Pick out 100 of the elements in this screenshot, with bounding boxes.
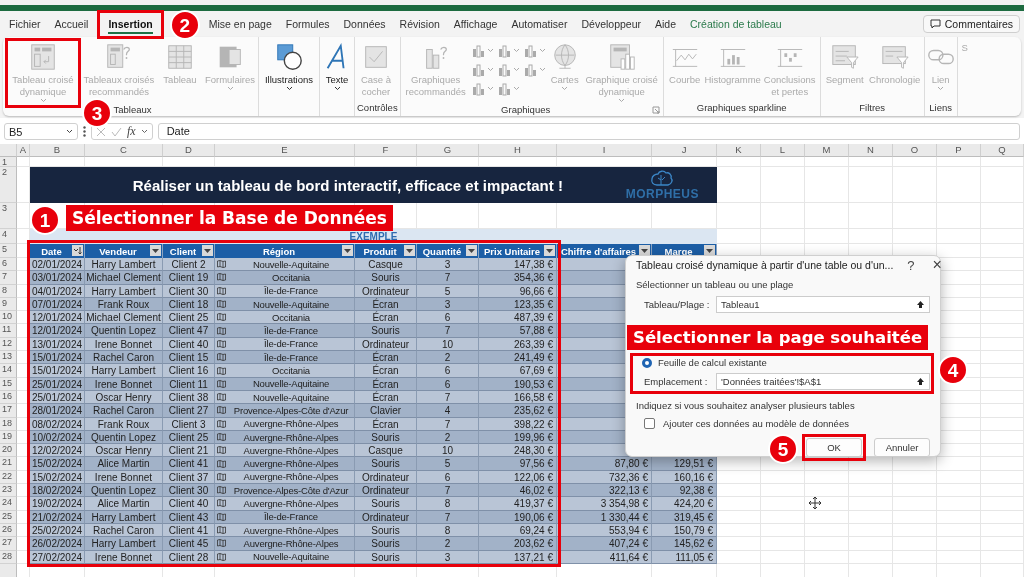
sheet-cell[interactable]	[849, 523, 893, 538]
row-header[interactable]: 4	[0, 229, 17, 244]
column-header[interactable]: P	[937, 144, 981, 157]
row-header[interactable]: 20	[0, 444, 17, 458]
sheet-cell[interactable]	[937, 510, 981, 524]
sheet-cell[interactable]	[849, 550, 893, 564]
sheet-cell[interactable]	[717, 537, 761, 551]
sheet-cell[interactable]	[717, 157, 761, 167]
sheet-cell[interactable]	[981, 444, 1024, 458]
sheet-cell[interactable]	[893, 550, 937, 564]
sheet-cell[interactable]	[937, 157, 981, 167]
ribbon-tab[interactable]: Données	[336, 13, 393, 35]
sheet-cell[interactable]	[849, 470, 893, 485]
column-header[interactable]: J	[652, 144, 717, 157]
sheet-cell[interactable]	[981, 537, 1024, 551]
filter-button[interactable]	[202, 245, 213, 256]
sheet-cell[interactable]	[849, 167, 893, 203]
sheet-cell[interactable]	[981, 167, 1024, 203]
sheet-cell[interactable]	[805, 203, 849, 229]
ribbon-tab[interactable]: Développeur	[574, 13, 648, 35]
sheet-cell[interactable]	[981, 229, 1024, 244]
row-header[interactable]: 11	[0, 324, 17, 338]
sheet-cell[interactable]	[893, 510, 937, 524]
cancel-icon[interactable]	[96, 126, 106, 137]
filter-button[interactable]	[72, 245, 83, 256]
sheet-cell[interactable]	[981, 258, 1024, 272]
name-box[interactable]: B5	[4, 123, 78, 140]
sheet-cell[interactable]	[849, 510, 893, 524]
collapse-arrow-icon[interactable]	[916, 377, 925, 386]
sheet-cell[interactable]	[981, 497, 1024, 511]
sheet-cell[interactable]	[761, 470, 805, 485]
sheet-cell[interactable]	[937, 550, 981, 564]
row-header[interactable]: 24	[0, 497, 17, 511]
sheet-cell[interactable]	[717, 510, 761, 524]
sheet-cell[interactable]	[937, 229, 981, 244]
sheet-cell[interactable]	[717, 550, 761, 564]
sheet-cell[interactable]	[981, 271, 1024, 285]
ribbon-tab[interactable]: Insertion	[101, 13, 160, 35]
sheet-cell[interactable]	[717, 497, 761, 511]
sheet-cell[interactable]	[981, 297, 1024, 312]
sheet-cell[interactable]	[981, 337, 1024, 352]
sheet-cell[interactable]	[937, 457, 981, 471]
sheet-cell[interactable]	[981, 510, 1024, 524]
sheet-cell[interactable]	[981, 351, 1024, 365]
filter-button[interactable]	[704, 245, 715, 256]
sheet-cell[interactable]	[893, 523, 937, 538]
sheet-cell[interactable]	[805, 510, 849, 524]
column-header[interactable]: D	[163, 144, 215, 157]
sheet-cell[interactable]	[761, 523, 805, 538]
row-header[interactable]: 14	[0, 364, 17, 378]
select-all-button[interactable]	[0, 144, 17, 157]
column-header[interactable]: M	[805, 144, 849, 157]
ribbon-tab[interactable]: Création de tableau	[683, 13, 789, 35]
sheet-cell[interactable]	[849, 537, 893, 551]
row-header[interactable]: 1	[0, 157, 17, 167]
insert-function-button[interactable]: fx	[127, 124, 136, 139]
filter-button[interactable]	[150, 245, 161, 256]
ribbon-tab[interactable]: Affichage	[446, 13, 505, 35]
ok-button[interactable]: OK	[806, 438, 862, 457]
sheet-cell[interactable]	[937, 484, 981, 498]
sheet-cell[interactable]	[981, 244, 1024, 258]
row-header[interactable]: 23	[0, 484, 17, 498]
sheet-cell[interactable]	[717, 167, 761, 203]
sheet-cell[interactable]	[981, 484, 1024, 498]
sheet-cell[interactable]	[981, 430, 1024, 445]
ribbon-tab[interactable]: Accueil	[47, 13, 96, 35]
sheet-cell[interactable]	[761, 167, 805, 203]
range-field[interactable]: Tableau1	[716, 296, 930, 313]
sheet-cell[interactable]	[805, 157, 849, 167]
ribbon-tab[interactable]: Automatiser	[504, 13, 575, 35]
sheet-cell[interactable]	[805, 497, 849, 511]
row-header[interactable]: 17	[0, 404, 17, 418]
sheet-cell[interactable]	[981, 364, 1024, 378]
sheet-cell[interactable]	[981, 311, 1024, 325]
sheet-cell[interactable]	[981, 470, 1024, 485]
sheet-cell[interactable]	[17, 157, 30, 167]
sheet-cell[interactable]	[849, 203, 893, 229]
sheet-cell[interactable]	[893, 167, 937, 203]
sheet-cell[interactable]	[981, 523, 1024, 538]
location-field[interactable]: 'Données traitées'!$A$1	[716, 373, 930, 390]
sheet-cell[interactable]	[893, 484, 937, 498]
filter-button[interactable]	[466, 245, 477, 256]
column-header[interactable]: E	[215, 144, 355, 157]
filter-button[interactable]	[544, 245, 555, 256]
sheet-cell[interactable]	[805, 484, 849, 498]
sheet-cell[interactable]	[849, 157, 893, 167]
sheet-cell[interactable]	[893, 497, 937, 511]
sheet-cell[interactable]	[761, 550, 805, 564]
ribbon-tab[interactable]: Aide	[648, 13, 684, 35]
sheet-cell[interactable]	[761, 537, 805, 551]
column-header[interactable]: C	[85, 144, 163, 157]
row-header[interactable]: 13	[0, 351, 17, 365]
filter-button[interactable]	[342, 245, 353, 256]
dialog-launcher-icon[interactable]	[651, 106, 660, 114]
help-button[interactable]: ?	[903, 257, 919, 273]
sheet-cell[interactable]	[981, 284, 1024, 298]
sheet-cell[interactable]	[937, 203, 981, 229]
close-button[interactable]: ×	[928, 256, 946, 274]
sheet-cell[interactable]	[761, 229, 805, 244]
sheet-cell[interactable]	[981, 157, 1024, 167]
